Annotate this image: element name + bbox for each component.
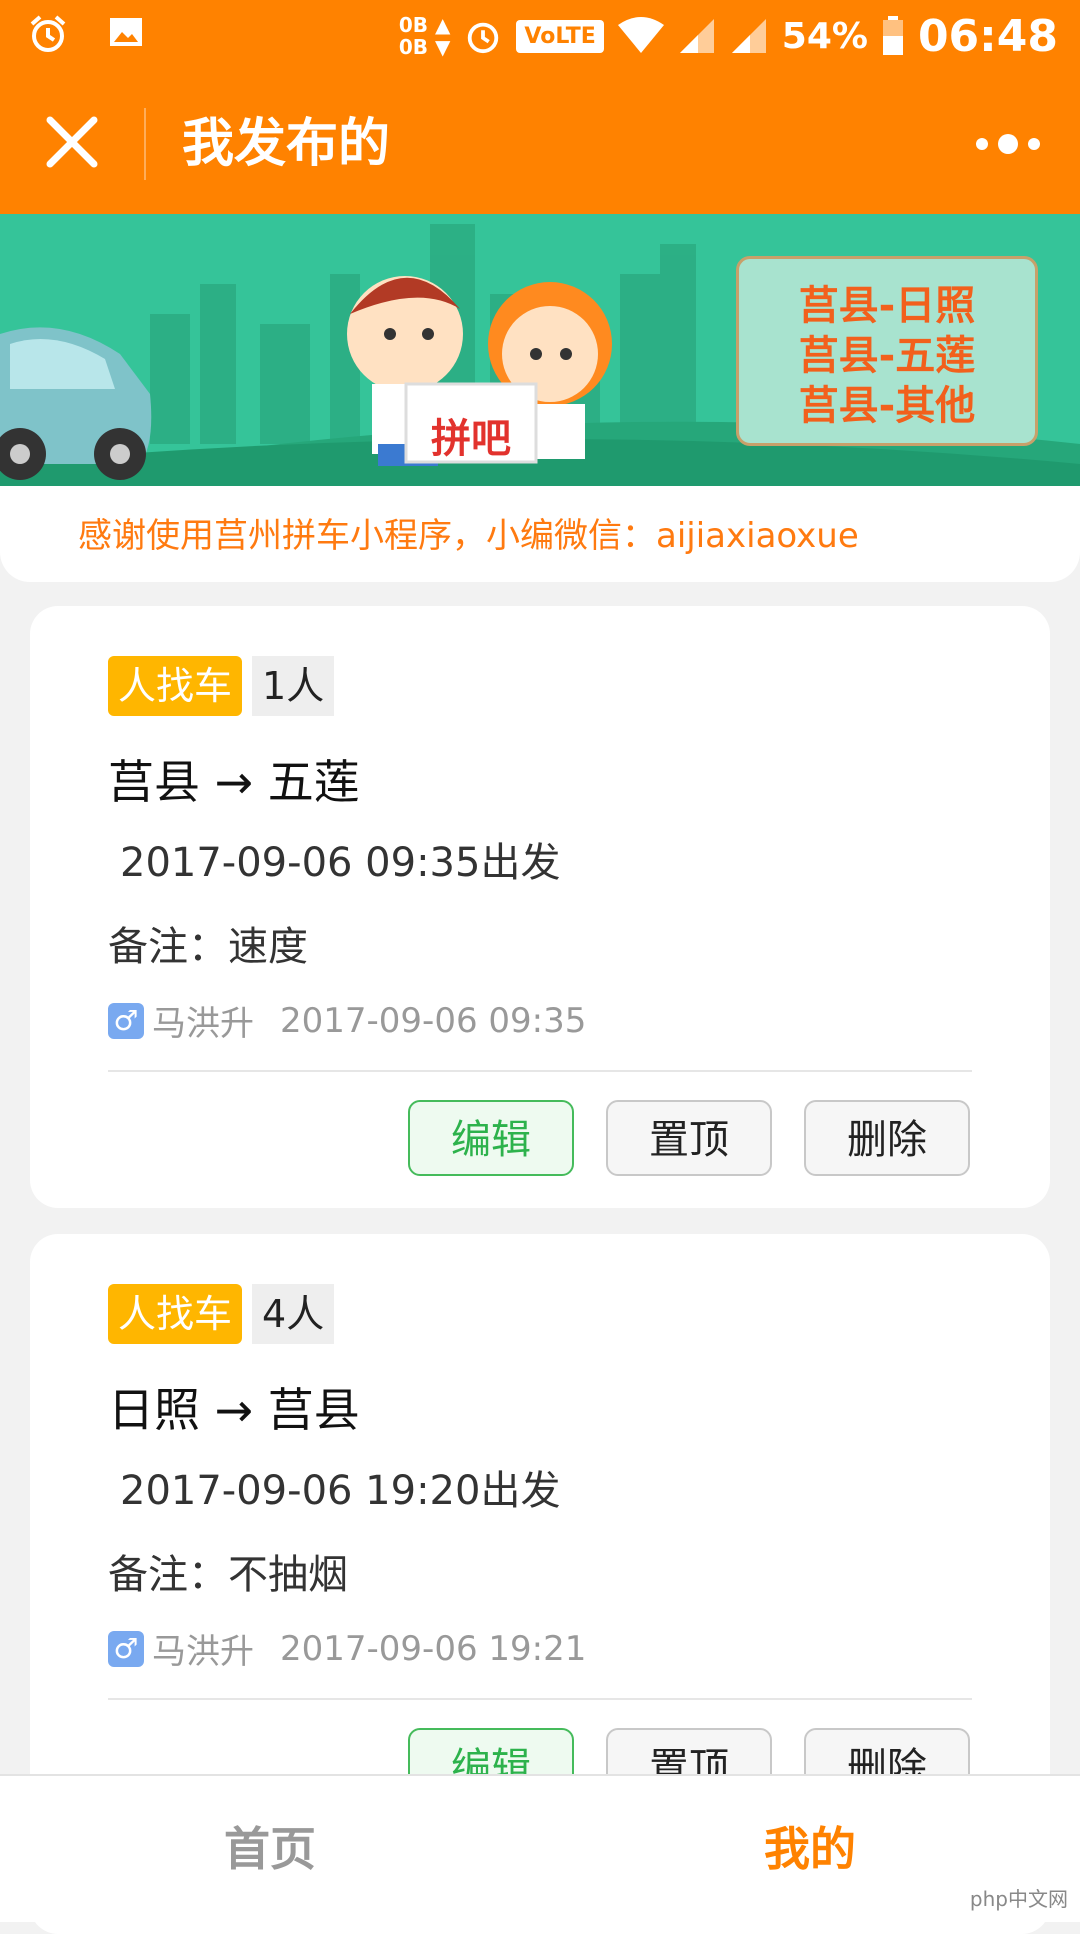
male-icon: ♂ bbox=[108, 1002, 144, 1039]
remark: 备注：速度 bbox=[108, 924, 308, 970]
battery-icon bbox=[882, 16, 903, 55]
post-time: 2017-09-06 09:35 bbox=[280, 1000, 587, 1041]
user-name: 马洪升 bbox=[152, 1632, 254, 1672]
male-icon: ♂ bbox=[108, 1630, 144, 1667]
car-illustration bbox=[0, 327, 152, 480]
divider bbox=[108, 1698, 972, 1700]
page-title: 我发布的 bbox=[182, 114, 391, 174]
pin-top-button[interactable]: 置顶 bbox=[606, 1100, 772, 1176]
route-title: 日照 → 莒县 bbox=[108, 1374, 360, 1440]
delete-button[interactable]: 删除 bbox=[804, 1100, 970, 1176]
post-time: 2017-09-06 19:21 bbox=[280, 1628, 587, 1669]
alarm-icon bbox=[468, 22, 499, 54]
volte-badge: VoLTE bbox=[516, 19, 604, 53]
route-to: 五莲 bbox=[267, 755, 360, 809]
notice-text: 感谢使用莒州拼车小程序，小编微信：aijiaxiaoxue bbox=[78, 516, 859, 556]
divider bbox=[108, 1070, 972, 1072]
title-divider bbox=[144, 108, 146, 180]
route-to: 莒县 bbox=[267, 1383, 360, 1437]
post-meta: ♂ 马洪升 2017-09-06 19:21 bbox=[108, 1624, 586, 1673]
network-speed: 0B ▲ 0B ▼ bbox=[398, 13, 451, 59]
battery-percent: 54% bbox=[781, 15, 868, 57]
post-meta: ♂ 马洪升 2017-09-06 09:35 bbox=[108, 996, 586, 1045]
tab-home[interactable]: 首页 bbox=[0, 1776, 540, 1922]
post-type-tag: 人找车 bbox=[108, 1284, 243, 1344]
sign-text: 拼吧 bbox=[431, 416, 511, 462]
route-from: 莒县 bbox=[108, 755, 200, 809]
route-list-box: 莒县-日照 莒县-五莲 莒县-其他 bbox=[736, 256, 1038, 446]
passenger-count: 1人 bbox=[252, 656, 335, 716]
clock: 06:48 bbox=[917, 10, 1058, 62]
route-line: 莒县-日照 bbox=[798, 283, 976, 329]
signal-icon bbox=[731, 19, 766, 53]
edit-button[interactable]: 编辑 bbox=[408, 1100, 574, 1176]
status-bar: 0B ▲ 0B ▼ VoLTE 54% 06:48 bbox=[0, 0, 1080, 72]
gallery-icon bbox=[110, 18, 142, 46]
departure-time: 2017-09-06 09:35出发 bbox=[120, 840, 561, 886]
post-type-tag: 人找车 bbox=[108, 656, 243, 716]
more-options-icon[interactable] bbox=[976, 124, 1040, 164]
title-bar: 我发布的 bbox=[0, 72, 1080, 214]
bottom-tab-bar: 首页 我的 php中文网 bbox=[0, 1774, 1080, 1922]
user-name: 马洪升 bbox=[152, 1004, 254, 1044]
route-line: 莒县-五莲 bbox=[798, 333, 976, 379]
route-title: 莒县 → 五莲 bbox=[108, 746, 360, 812]
passenger-count: 4人 bbox=[252, 1284, 335, 1344]
departure-time: 2017-09-06 19:20出发 bbox=[120, 1468, 561, 1514]
watermark: php中文网 bbox=[969, 1887, 1068, 1911]
wifi-icon bbox=[617, 17, 664, 53]
remark: 备注：不抽烟 bbox=[108, 1552, 348, 1598]
signal-icon bbox=[679, 19, 714, 53]
route-from: 日照 bbox=[108, 1383, 200, 1437]
post-card[interactable]: 人找车 1人 莒县 → 五莲 2017-09-06 09:35出发 备注：速度 … bbox=[30, 606, 1050, 1208]
route-arrow: → bbox=[214, 1383, 254, 1437]
route-arrow: → bbox=[214, 755, 254, 809]
promo-banner[interactable]: 拼吧 莒县-日照 莒县-五莲 莒县-其他 bbox=[0, 214, 1080, 486]
route-line: 莒县-其他 bbox=[798, 383, 976, 429]
notice-bar: 感谢使用莒州拼车小程序，小编微信：aijiaxiaoxue bbox=[0, 486, 1080, 582]
close-icon[interactable] bbox=[40, 110, 104, 174]
alarm-icon bbox=[30, 15, 66, 52]
